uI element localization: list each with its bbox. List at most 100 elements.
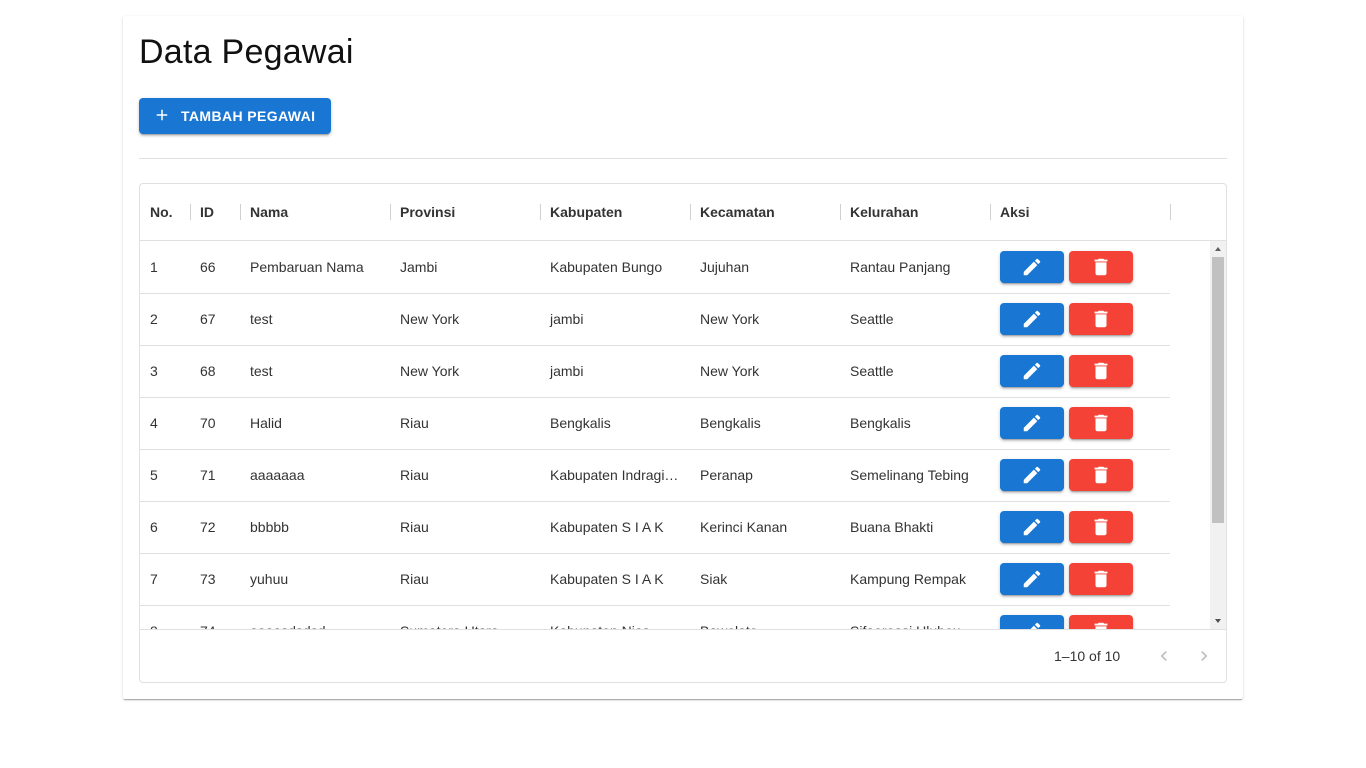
cell-nama[interactable]: test [240,293,390,345]
edit-button[interactable] [1000,303,1064,335]
cell-kecamatan[interactable]: Bengkalis [690,397,840,449]
cell-id[interactable]: 73 [190,553,240,605]
cell-kabupaten[interactable]: jambi [540,293,690,345]
table-row[interactable]: 7 73 yuhuu Riau Kabupaten S I A K Siak Kampung… [140,553,1170,606]
column-header-id[interactable]: ID [190,184,240,240]
next-page-button[interactable] [1190,643,1218,671]
cell-kecamatan[interactable]: Kerinci Kanan [690,501,840,553]
delete-button[interactable] [1069,251,1133,283]
delete-button[interactable] [1069,511,1133,543]
delete-button[interactable] [1069,615,1133,629]
pencil-icon [1021,308,1043,330]
edit-button[interactable] [1000,615,1064,629]
add-employee-button[interactable]: TAMBAH PEGAWAI [139,98,332,134]
table-row[interactable]: 3 68 test New York jambi New York Seattle [140,345,1170,398]
cell-id[interactable]: 70 [190,397,240,449]
cell-kabupaten[interactable]: Kabupaten Bungo [540,241,690,293]
cell-provinsi[interactable]: New York [390,345,540,397]
trash-icon [1090,360,1112,382]
column-header-nama[interactable]: Nama [240,184,390,240]
scroll-down-arrow-icon[interactable] [1210,613,1226,629]
table-row[interactable]: 1 66 Pembaruan Nama Jambi Kabupaten Bungo Juj… [140,241,1170,294]
scrollbar-thumb[interactable] [1212,257,1224,523]
cell-kabupaten[interactable]: Kabupaten S I A K [540,501,690,553]
cell-id[interactable]: 71 [190,449,240,501]
cell-id[interactable]: 67 [190,293,240,345]
cell-kabupaten[interactable]: Kabupaten S I A K [540,553,690,605]
cell-no[interactable]: 4 [140,397,190,449]
cell-id[interactable]: 72 [190,501,240,553]
table-body[interactable]: 1 66 Pembaruan Nama Jambi Kabupaten Bungo Juj… [140,241,1210,629]
cell-kelurahan[interactable]: Kampung Rempak [840,553,990,605]
cell-kelurahan[interactable]: Buana Bhakti [840,501,990,553]
cell-id[interactable]: 66 [190,241,240,293]
delete-button[interactable] [1069,355,1133,387]
cell-kelurahan[interactable]: Sifaoroasi Uluhou [840,605,990,629]
previous-page-button[interactable] [1150,643,1178,671]
cell-no[interactable]: 3 [140,345,190,397]
cell-provinsi[interactable]: Jambi [390,241,540,293]
table-row[interactable]: 2 67 test New York jambi New York Seattle [140,293,1170,346]
cell-provinsi[interactable]: Riau [390,397,540,449]
edit-button[interactable] [1000,251,1064,283]
cell-no[interactable]: 6 [140,501,190,553]
cell-kabupaten[interactable]: Bengkalis [540,397,690,449]
cell-nama[interactable]: test [240,345,390,397]
column-header-no[interactable]: No. [140,184,190,240]
cell-kabupaten[interactable]: jambi [540,345,690,397]
cell-provinsi[interactable]: Riau [390,553,540,605]
cell-kelurahan[interactable]: Bengkalis [840,397,990,449]
cell-id[interactable]: 74 [190,605,240,629]
cell-kabupaten[interactable]: Kabupaten Indragi… [540,449,690,501]
cell-kecamatan[interactable]: Bawolato [690,605,840,629]
cell-provinsi[interactable]: New York [390,293,540,345]
edit-button[interactable] [1000,511,1064,543]
edit-button[interactable] [1000,459,1064,491]
column-separator[interactable] [1170,204,1171,220]
cell-provinsi[interactable]: Sumatera Utara [390,605,540,629]
vertical-scrollbar[interactable] [1210,241,1226,629]
cell-kelurahan[interactable]: Seattle [840,345,990,397]
cell-nama[interactable]: yuhuu [240,553,390,605]
column-header-kabupaten[interactable]: Kabupaten [540,184,690,240]
cell-kecamatan[interactable]: Siak [690,553,840,605]
column-header-kecamatan[interactable]: Kecamatan [690,184,840,240]
cell-kelurahan[interactable]: Semelinang Tebing [840,449,990,501]
delete-button[interactable] [1069,459,1133,491]
edit-button[interactable] [1000,563,1064,595]
delete-button[interactable] [1069,407,1133,439]
column-header-kelurahan[interactable]: Kelurahan [840,184,990,240]
table-row[interactable]: 5 71 aaaaaaa Riau Kabupaten Indragi… Peranap S… [140,449,1170,502]
cell-nama[interactable]: aaaasdsdsd [240,605,390,629]
cell-no[interactable]: 7 [140,553,190,605]
cell-no[interactable]: 8 [140,605,190,629]
cell-kabupaten[interactable]: Kabupaten Nias [540,605,690,629]
cell-nama[interactable]: Halid [240,397,390,449]
cell-kelurahan[interactable]: Rantau Panjang [840,241,990,293]
table-row[interactable]: 874aaaasdsdsdSumatera UtaraKabupaten Nia… [140,605,1170,629]
delete-button[interactable] [1069,563,1133,595]
cell-provinsi[interactable]: Riau [390,501,540,553]
scroll-up-arrow-icon[interactable] [1210,241,1226,257]
page-title: Data Pegawai [139,33,354,71]
cell-kecamatan[interactable]: Peranap [690,449,840,501]
table-row[interactable]: 4 70 Halid Riau Bengkalis Bengkalis Bengkalis [140,397,1170,450]
cell-nama[interactable]: Pembaruan Nama [240,241,390,293]
cell-kecamatan[interactable]: New York [690,293,840,345]
edit-button[interactable] [1000,355,1064,387]
column-header-provinsi[interactable]: Provinsi [390,184,540,240]
cell-id[interactable]: 68 [190,345,240,397]
table-row[interactable]: 6 72 bbbbb Riau Kabupaten S I A K Kerinci Kan… [140,501,1170,554]
cell-no[interactable]: 2 [140,293,190,345]
cell-nama[interactable]: bbbbb [240,501,390,553]
cell-provinsi[interactable]: Riau [390,449,540,501]
delete-button[interactable] [1069,303,1133,335]
cell-nama[interactable]: aaaaaaa [240,449,390,501]
cell-no[interactable]: 5 [140,449,190,501]
cell-no[interactable]: 1 [140,241,190,293]
pencil-icon [1021,516,1043,538]
cell-kecamatan[interactable]: New York [690,345,840,397]
cell-kecamatan[interactable]: Jujuhan [690,241,840,293]
cell-kelurahan[interactable]: Seattle [840,293,990,345]
edit-button[interactable] [1000,407,1064,439]
